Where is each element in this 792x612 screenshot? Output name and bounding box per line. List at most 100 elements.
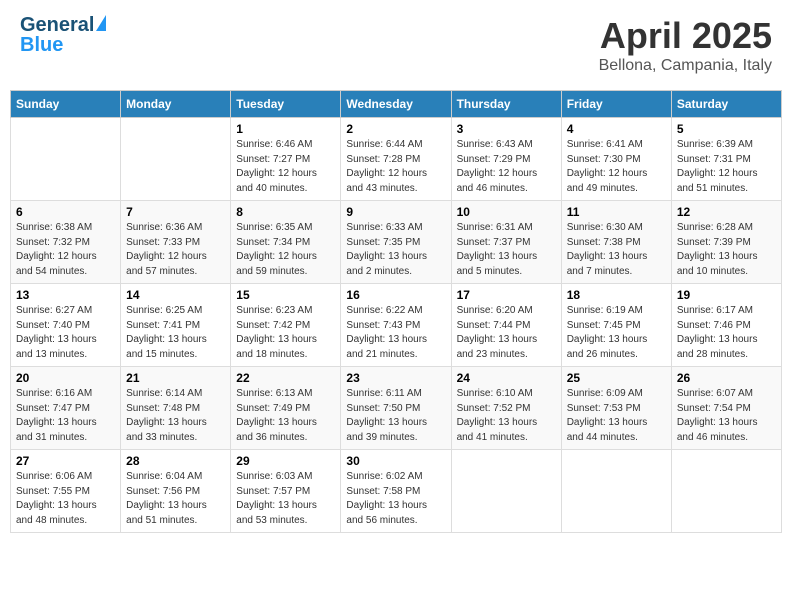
calendar-cell: 16 Sunrise: 6:22 AM Sunset: 7:43 PM Dayli… [341, 284, 451, 367]
day-info: Sunrise: 6:35 AM Sunset: 7:34 PM Dayligh… [236, 221, 335, 279]
day-number: 4 [567, 122, 666, 136]
day-info: Sunrise: 6:43 AM Sunset: 7:29 PM Dayligh… [457, 138, 556, 196]
day-number: 2 [346, 122, 445, 136]
calendar-cell: 29Sunrise: 6:03 AM Sunset: 7:57 PM Dayli… [231, 450, 341, 533]
calendar-cell: 30Sunrise: 6:02 AM Sunset: 7:58 PM Dayli… [341, 450, 451, 533]
calendar-cell: 2 Sunrise: 6:44 AM Sunset: 7:28 PM Daylig… [341, 118, 451, 201]
day-header-saturday: Saturday [671, 91, 781, 118]
day-number: 12 [677, 205, 776, 219]
day-number: 15 [236, 288, 335, 302]
day-info: Sunrise: 6:30 AM Sunset: 7:38 PM Dayligh… [567, 221, 666, 279]
day-info: Sunrise: 6:36 AM Sunset: 7:33 PM Dayligh… [126, 221, 225, 279]
month-title: April 2025 [599, 15, 772, 57]
day-info: Sunrise: 6:33 AM Sunset: 7:35 PM Dayligh… [346, 221, 445, 279]
calendar-cell: 12 Sunrise: 6:28 AM Sunset: 7:39 PM Dayli… [671, 201, 781, 284]
calendar-cell [121, 118, 231, 201]
calendar-cell: 5 Sunrise: 6:39 AM Sunset: 7:31 PM Daylig… [671, 118, 781, 201]
calendar-cell [561, 450, 671, 533]
day-info: Sunrise: 6:14 AM Sunset: 7:48 PM Dayligh… [126, 387, 225, 445]
day-info: Sunrise: 6:28 AM Sunset: 7:39 PM Dayligh… [677, 221, 776, 279]
logo-general: General [20, 15, 94, 35]
day-number: 23 [346, 371, 445, 385]
calendar-cell: 1Sunrise: 6:46 AM Sunset: 7:27 PM Daylig… [231, 118, 341, 201]
day-info: Sunrise: 6:20 AM Sunset: 7:44 PM Dayligh… [457, 304, 556, 362]
day-info: Sunrise: 6:44 AM Sunset: 7:28 PM Dayligh… [346, 138, 445, 196]
calendar-cell: 23Sunrise: 6:11 AM Sunset: 7:50 PM Dayli… [341, 367, 451, 450]
day-info: Sunrise: 6:03 AM Sunset: 7:57 PM Dayligh… [236, 470, 335, 528]
day-info: Sunrise: 6:13 AM Sunset: 7:49 PM Dayligh… [236, 387, 335, 445]
calendar-cell: 17 Sunrise: 6:20 AM Sunset: 7:44 PM Dayli… [451, 284, 561, 367]
calendar-week-row: 27 Sunrise: 6:06 AM Sunset: 7:55 PM Dayli… [11, 450, 782, 533]
day-info: Sunrise: 6:07 AM Sunset: 7:54 PM Dayligh… [677, 387, 776, 445]
day-number: 20 [16, 371, 115, 385]
calendar-cell [671, 450, 781, 533]
calendar-cell: 25 Sunrise: 6:09 AM Sunset: 7:53 PM Dayli… [561, 367, 671, 450]
day-header-thursday: Thursday [451, 91, 561, 118]
day-info: Sunrise: 6:04 AM Sunset: 7:56 PM Dayligh… [126, 470, 225, 528]
day-number: 19 [677, 288, 776, 302]
day-number: 11 [567, 205, 666, 219]
calendar-cell: 24 Sunrise: 6:10 AM Sunset: 7:52 PM Dayli… [451, 367, 561, 450]
calendar-cell: 13Sunrise: 6:27 AM Sunset: 7:40 PM Dayli… [11, 284, 121, 367]
day-info: Sunrise: 6:09 AM Sunset: 7:53 PM Dayligh… [567, 387, 666, 445]
day-info: Sunrise: 6:02 AM Sunset: 7:58 PM Dayligh… [346, 470, 445, 528]
day-number: 25 [567, 371, 666, 385]
calendar-cell: 28 Sunrise: 6:04 AM Sunset: 7:56 PM Dayli… [121, 450, 231, 533]
day-info: Sunrise: 6:23 AM Sunset: 7:42 PM Dayligh… [236, 304, 335, 362]
logo-blue: Blue [20, 34, 63, 56]
calendar-cell: 6Sunrise: 6:38 AM Sunset: 7:32 PM Daylig… [11, 201, 121, 284]
calendar-cell: 15 Sunrise: 6:23 AM Sunset: 7:42 PM Dayli… [231, 284, 341, 367]
day-info: Sunrise: 6:22 AM Sunset: 7:43 PM Dayligh… [346, 304, 445, 362]
day-number: 16 [346, 288, 445, 302]
calendar-week-row: 6Sunrise: 6:38 AM Sunset: 7:32 PM Daylig… [11, 201, 782, 284]
calendar-cell: 8 Sunrise: 6:35 AM Sunset: 7:34 PM Daylig… [231, 201, 341, 284]
calendar-cell: 14 Sunrise: 6:25 AM Sunset: 7:41 PM Dayli… [121, 284, 231, 367]
day-info: Sunrise: 6:39 AM Sunset: 7:31 PM Dayligh… [677, 138, 776, 196]
day-number: 24 [457, 371, 556, 385]
day-number: 26 [677, 371, 776, 385]
day-number: 9 [346, 205, 445, 219]
calendar-cell: 22 Sunrise: 6:13 AM Sunset: 7:49 PM Dayli… [231, 367, 341, 450]
calendar-cell: 21 Sunrise: 6:14 AM Sunset: 7:48 PM Dayli… [121, 367, 231, 450]
calendar-cell: 10Sunrise: 6:31 AM Sunset: 7:37 PM Dayli… [451, 201, 561, 284]
day-header-friday: Friday [561, 91, 671, 118]
day-info: Sunrise: 6:10 AM Sunset: 7:52 PM Dayligh… [457, 387, 556, 445]
calendar-week-row: 13Sunrise: 6:27 AM Sunset: 7:40 PM Dayli… [11, 284, 782, 367]
day-info: Sunrise: 6:46 AM Sunset: 7:27 PM Dayligh… [236, 138, 335, 196]
day-number: 6 [16, 205, 115, 219]
location-title: Bellona, Campania, Italy [599, 57, 772, 75]
day-number: 7 [126, 205, 225, 219]
day-info: Sunrise: 6:17 AM Sunset: 7:46 PM Dayligh… [677, 304, 776, 362]
calendar-cell: 19 Sunrise: 6:17 AM Sunset: 7:46 PM Dayli… [671, 284, 781, 367]
page-header: General Blue April 2025 Bellona, Campani… [10, 10, 782, 80]
calendar-cell: 7 Sunrise: 6:36 AM Sunset: 7:33 PM Daylig… [121, 201, 231, 284]
calendar-week-row: 1Sunrise: 6:46 AM Sunset: 7:27 PM Daylig… [11, 118, 782, 201]
day-number: 22 [236, 371, 335, 385]
calendar-cell: 26 Sunrise: 6:07 AM Sunset: 7:54 PM Dayli… [671, 367, 781, 450]
day-info: Sunrise: 6:16 AM Sunset: 7:47 PM Dayligh… [16, 387, 115, 445]
calendar-cell [11, 118, 121, 201]
day-info: Sunrise: 6:41 AM Sunset: 7:30 PM Dayligh… [567, 138, 666, 196]
calendar-cell: 20 Sunrise: 6:16 AM Sunset: 7:47 PM Dayli… [11, 367, 121, 450]
day-number: 5 [677, 122, 776, 136]
calendar-cell: 4 Sunrise: 6:41 AM Sunset: 7:30 PM Daylig… [561, 118, 671, 201]
logo: General Blue [20, 15, 106, 55]
day-number: 14 [126, 288, 225, 302]
day-info: Sunrise: 6:06 AM Sunset: 7:55 PM Dayligh… [16, 470, 115, 528]
day-header-wednesday: Wednesday [341, 91, 451, 118]
day-header-tuesday: Tuesday [231, 91, 341, 118]
day-info: Sunrise: 6:19 AM Sunset: 7:45 PM Dayligh… [567, 304, 666, 362]
calendar-cell: 9 Sunrise: 6:33 AM Sunset: 7:35 PM Daylig… [341, 201, 451, 284]
day-info: Sunrise: 6:25 AM Sunset: 7:41 PM Dayligh… [126, 304, 225, 362]
calendar-cell: 3 Sunrise: 6:43 AM Sunset: 7:29 PM Daylig… [451, 118, 561, 201]
calendar-week-row: 20 Sunrise: 6:16 AM Sunset: 7:47 PM Dayli… [11, 367, 782, 450]
day-number: 8 [236, 205, 335, 219]
calendar-cell: 11 Sunrise: 6:30 AM Sunset: 7:38 PM Dayli… [561, 201, 671, 284]
day-number: 10 [457, 205, 556, 219]
day-number: 27 [16, 454, 115, 468]
day-number: 21 [126, 371, 225, 385]
day-number: 28 [126, 454, 225, 468]
day-number: 3 [457, 122, 556, 136]
day-number: 13 [16, 288, 115, 302]
day-number: 17 [457, 288, 556, 302]
